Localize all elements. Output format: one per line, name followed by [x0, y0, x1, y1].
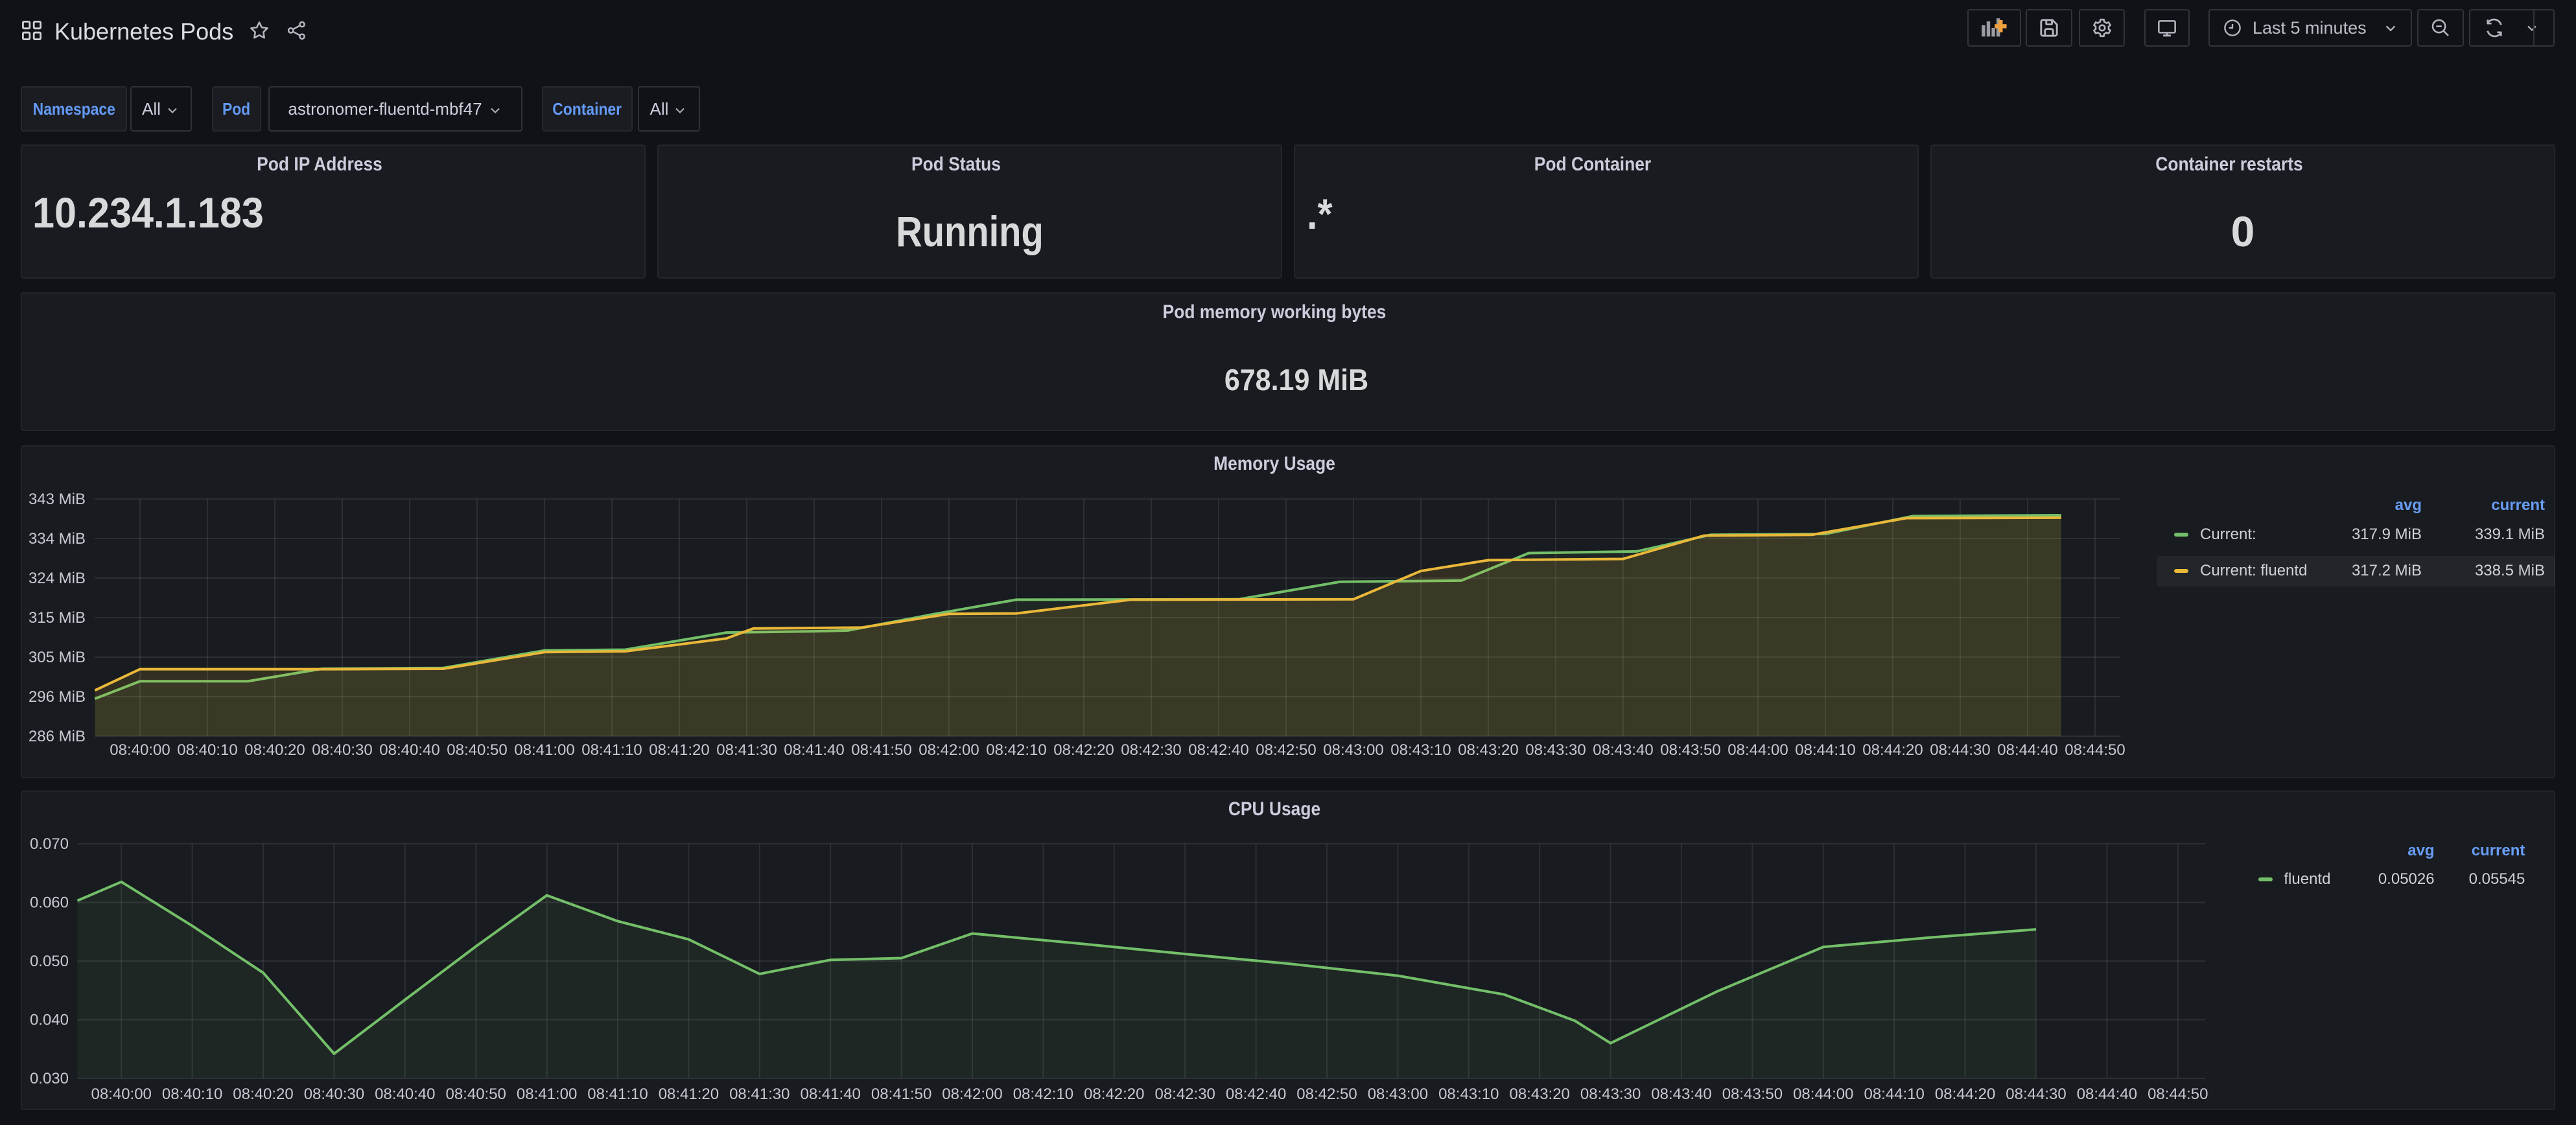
svg-text:08:40:40: 08:40:40: [379, 741, 439, 759]
svg-text:08:44:20: 08:44:20: [1935, 1085, 1995, 1103]
svg-text:08:42:50: 08:42:50: [1296, 1085, 1357, 1103]
svg-text:08:40:50: 08:40:50: [445, 1085, 506, 1103]
svg-text:08:41:30: 08:41:30: [716, 741, 777, 759]
svg-text:08:40:10: 08:40:10: [162, 1085, 222, 1103]
svg-text:08:42:40: 08:42:40: [1226, 1085, 1286, 1103]
svg-text:0.060: 0.060: [30, 894, 69, 911]
svg-text:08:44:00: 08:44:00: [1793, 1085, 1853, 1103]
svg-text:08:44:20: 08:44:20: [1862, 741, 1923, 759]
svg-text:08:42:40: 08:42:40: [1188, 741, 1248, 759]
svg-text:08:43:40: 08:43:40: [1593, 741, 1653, 759]
svg-text:08:42:50: 08:42:50: [1256, 741, 1316, 759]
svg-text:08:40:20: 08:40:20: [233, 1085, 293, 1103]
svg-text:08:40:30: 08:40:30: [304, 1085, 364, 1103]
svg-text:08:43:50: 08:43:50: [1722, 1085, 1783, 1103]
svg-text:08:40:20: 08:40:20: [244, 741, 305, 759]
svg-text:08:40:50: 08:40:50: [447, 741, 507, 759]
svg-text:08:41:00: 08:41:00: [517, 1085, 577, 1103]
svg-text:08:43:00: 08:43:00: [1368, 1085, 1428, 1103]
svg-text:0.070: 0.070: [30, 835, 69, 853]
svg-text:08:42:10: 08:42:10: [986, 741, 1046, 759]
svg-text:08:41:30: 08:41:30: [729, 1085, 790, 1103]
svg-text:08:43:10: 08:43:10: [1390, 741, 1451, 759]
svg-text:08:44:50: 08:44:50: [2148, 1085, 2208, 1103]
svg-text:324 MiB: 324 MiB: [29, 570, 86, 587]
svg-text:08:44:10: 08:44:10: [1795, 741, 1855, 759]
svg-text:286 MiB: 286 MiB: [29, 728, 86, 745]
svg-text:08:41:10: 08:41:10: [581, 741, 642, 759]
svg-text:343 MiB: 343 MiB: [29, 491, 86, 508]
svg-text:08:43:10: 08:43:10: [1438, 1085, 1499, 1103]
svg-text:08:44:30: 08:44:30: [1930, 741, 1990, 759]
svg-text:08:43:00: 08:43:00: [1323, 741, 1383, 759]
svg-text:08:42:30: 08:42:30: [1154, 1085, 1215, 1103]
svg-text:315 MiB: 315 MiB: [29, 609, 86, 627]
svg-text:08:44:50: 08:44:50: [2065, 741, 2125, 759]
svg-text:08:43:30: 08:43:30: [1525, 741, 1586, 759]
svg-text:08:41:10: 08:41:10: [587, 1085, 648, 1103]
svg-text:296 MiB: 296 MiB: [29, 688, 86, 706]
svg-text:08:42:20: 08:42:20: [1053, 741, 1114, 759]
svg-text:08:42:30: 08:42:30: [1121, 741, 1181, 759]
svg-text:08:41:20: 08:41:20: [649, 741, 709, 759]
svg-text:08:43:20: 08:43:20: [1509, 1085, 1569, 1103]
svg-text:08:41:40: 08:41:40: [784, 741, 844, 759]
svg-text:08:41:50: 08:41:50: [851, 741, 911, 759]
svg-text:08:40:00: 08:40:00: [91, 1085, 151, 1103]
svg-text:08:42:00: 08:42:00: [919, 741, 979, 759]
svg-text:305 MiB: 305 MiB: [29, 649, 86, 666]
svg-text:0.050: 0.050: [30, 953, 69, 970]
svg-text:08:44:40: 08:44:40: [2077, 1085, 2137, 1103]
svg-text:08:41:40: 08:41:40: [800, 1085, 860, 1103]
svg-text:08:41:00: 08:41:00: [514, 741, 574, 759]
svg-text:0.030: 0.030: [30, 1070, 69, 1087]
svg-text:08:40:10: 08:40:10: [177, 741, 237, 759]
svg-text:0.040: 0.040: [30, 1012, 69, 1029]
svg-text:08:43:30: 08:43:30: [1580, 1085, 1641, 1103]
svg-text:08:44:40: 08:44:40: [1997, 741, 2057, 759]
svg-text:08:43:50: 08:43:50: [1660, 741, 1720, 759]
svg-text:08:44:30: 08:44:30: [2006, 1085, 2066, 1103]
svg-text:08:40:30: 08:40:30: [312, 741, 372, 759]
svg-text:08:42:00: 08:42:00: [942, 1085, 1002, 1103]
svg-text:08:41:50: 08:41:50: [871, 1085, 931, 1103]
svg-text:08:44:00: 08:44:00: [1727, 741, 1788, 759]
svg-text:08:43:20: 08:43:20: [1458, 741, 1518, 759]
svg-text:08:44:10: 08:44:10: [1864, 1085, 1924, 1103]
svg-text:08:42:20: 08:42:20: [1084, 1085, 1144, 1103]
svg-text:08:42:10: 08:42:10: [1013, 1085, 1073, 1103]
svg-text:08:40:00: 08:40:00: [110, 741, 170, 759]
svg-text:08:40:40: 08:40:40: [375, 1085, 435, 1103]
svg-text:08:43:40: 08:43:40: [1651, 1085, 1711, 1103]
svg-text:08:41:20: 08:41:20: [659, 1085, 719, 1103]
svg-text:334 MiB: 334 MiB: [29, 530, 86, 548]
